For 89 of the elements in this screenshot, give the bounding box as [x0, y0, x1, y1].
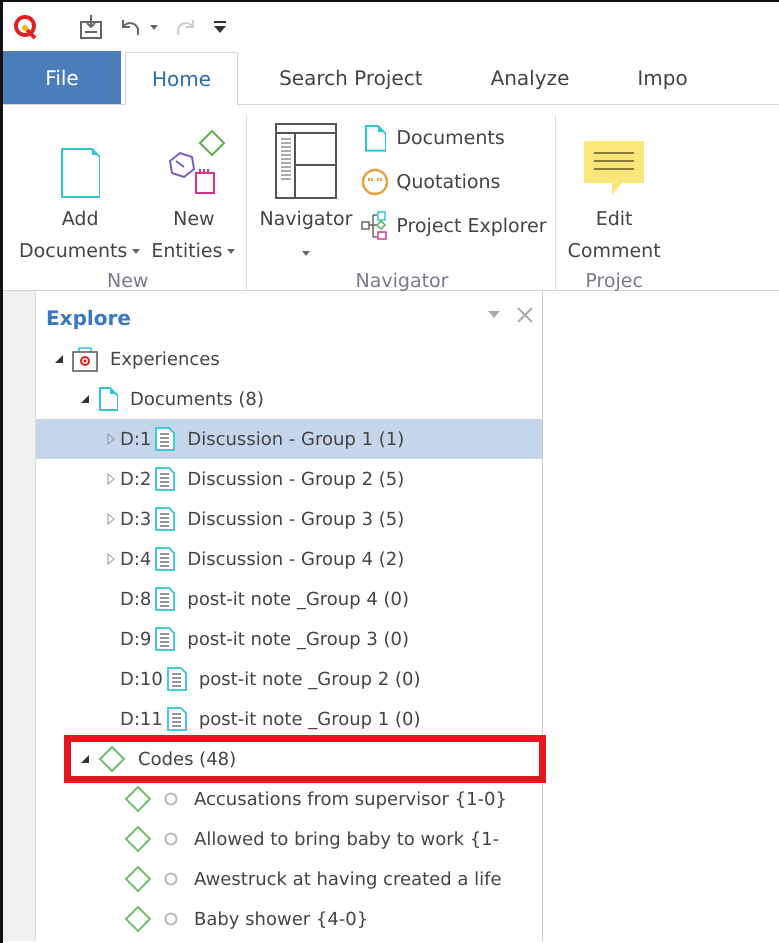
ribbon-tab[interactable]: Search Project [252, 51, 450, 104]
comment-circle-icon [164, 912, 178, 926]
group-label: Navigator [354, 269, 450, 294]
collapsed-arrow-icon[interactable] [107, 553, 115, 565]
document-id: D:2 [120, 468, 152, 492]
tree-item[interactable]: D:9 post-it note _Group 3 (0) [36, 619, 542, 659]
save-icon[interactable] [79, 14, 103, 40]
tree-label: Experiences [110, 348, 220, 372]
quotation-icon [361, 168, 390, 196]
tree-label: post-it note _Group 3 (0) [187, 628, 410, 652]
text-document-icon [155, 587, 176, 611]
text-document-icon [166, 667, 187, 691]
expanded-arrow-icon[interactable] [54, 354, 64, 364]
ribbon-button[interactable]: Project Explorer [360, 205, 547, 247]
expanded-arrow-icon[interactable] [80, 394, 90, 404]
ribbon-button[interactable]: New Entities [149, 115, 238, 267]
tree-label: Accusations from supervisor {1-0} [194, 788, 507, 812]
tree-label: Codes (48) [138, 748, 236, 772]
app-logo-icon [13, 14, 39, 40]
text-document-icon [155, 427, 176, 451]
tree-label: Discussion - Group 2 (5) [187, 468, 404, 492]
document-icon [98, 386, 118, 412]
diamond-icon [124, 865, 152, 893]
tree-label: Allowed to bring baby to work {1- [194, 828, 500, 852]
briefcase-icon [72, 346, 98, 372]
tree-item[interactable]: Codes (48) [36, 739, 542, 779]
code-item[interactable]: Awestruck at having created a life [36, 859, 542, 899]
tree-label: Baby shower {4-0} [194, 908, 368, 932]
text-document-icon [155, 507, 176, 531]
document-id: D:8 [120, 588, 152, 612]
diamond-icon [98, 745, 126, 773]
tree-item[interactable]: D:8 post-it note _Group 4 (0) [36, 579, 542, 619]
tree-structure-icon [361, 211, 390, 241]
document-id: D:3 [120, 508, 152, 532]
navigator-icon [274, 123, 337, 199]
code-item[interactable]: Baby shower {4-0} [36, 899, 542, 939]
tree-label: Documents (8) [130, 388, 264, 412]
ribbon-button[interactable]: Add Documents [17, 115, 144, 267]
ribbon-tab[interactable]: Analyze [464, 51, 596, 104]
document-id: D:1 [120, 428, 152, 452]
customize-menu-icon[interactable] [213, 20, 227, 34]
document-id: D:10 [120, 668, 163, 692]
tree-label: post-it note _Group 1 (0) [198, 708, 420, 732]
undo-icon[interactable] [119, 17, 141, 37]
document-icon [60, 147, 100, 199]
text-document-icon [166, 707, 187, 731]
panel-title: Explore [45, 305, 131, 332]
text-document-icon [155, 467, 176, 491]
document-id: D:11 [120, 708, 163, 732]
ribbon-tab[interactable]: Impo [610, 51, 715, 104]
ribbon-tab[interactable]: File [3, 51, 121, 104]
text-document-icon [155, 547, 176, 571]
comment-circle-icon [164, 832, 178, 846]
tree-item[interactable]: D:10 post-it note _Group 2 (0) [36, 659, 542, 699]
diamond-icon [124, 905, 152, 933]
tree-item[interactable]: Documents (8) [36, 379, 542, 419]
ribbon-button[interactable]: Documents [360, 117, 547, 159]
collapsed-arrow-icon[interactable] [107, 473, 115, 485]
diamond-icon [124, 785, 152, 813]
group-label: New [106, 269, 150, 294]
tree-item[interactable]: D:3 Discussion - Group 3 (5) [36, 499, 542, 539]
expanded-arrow-icon[interactable] [80, 754, 90, 764]
tree-label: Discussion - Group 4 (2) [187, 548, 404, 572]
diamond-icon [124, 825, 152, 853]
tree-item[interactable]: D:4 Discussion - Group 4 (2) [36, 539, 542, 579]
tree-label: post-it note _Group 4 (0) [187, 588, 410, 612]
document-id: D:9 [120, 628, 152, 652]
collapsed-arrow-icon[interactable] [107, 513, 115, 525]
group-label: Projec [584, 269, 644, 294]
code-item[interactable]: Accusations from supervisor {1-0} [36, 779, 542, 819]
comment-circle-icon [164, 792, 178, 806]
tree-label: Discussion - Group 1 (1) [187, 428, 404, 452]
document-id: D:4 [120, 548, 152, 572]
tree-item[interactable]: Experiences [36, 339, 542, 379]
document-icon [364, 124, 386, 152]
tree-item[interactable]: D:1 Discussion - Group 1 (1) [36, 419, 542, 459]
tree-item[interactable]: D:11 post-it note _Group 1 (0) [36, 699, 542, 739]
text-document-icon [155, 627, 176, 651]
tree-label: Awestruck at having created a life [194, 868, 502, 892]
comment-circle-icon [164, 872, 178, 886]
tree-item[interactable]: D:2 Discussion - Group 2 (5) [36, 459, 542, 499]
caret-icon [149, 23, 159, 31]
ribbon-button[interactable]: Navigator [257, 115, 354, 267]
tree-label: Discussion - Group 3 (5) [187, 508, 404, 532]
ribbon-tab[interactable]: Home [125, 52, 238, 105]
code-item[interactable]: Allowed to bring baby to work {1- [36, 819, 542, 859]
tree-label: post-it note _Group 2 (0) [198, 668, 420, 692]
ribbon-button[interactable]: Quotations [360, 161, 547, 203]
ribbon-button[interactable]: Edit Comment [566, 115, 663, 267]
